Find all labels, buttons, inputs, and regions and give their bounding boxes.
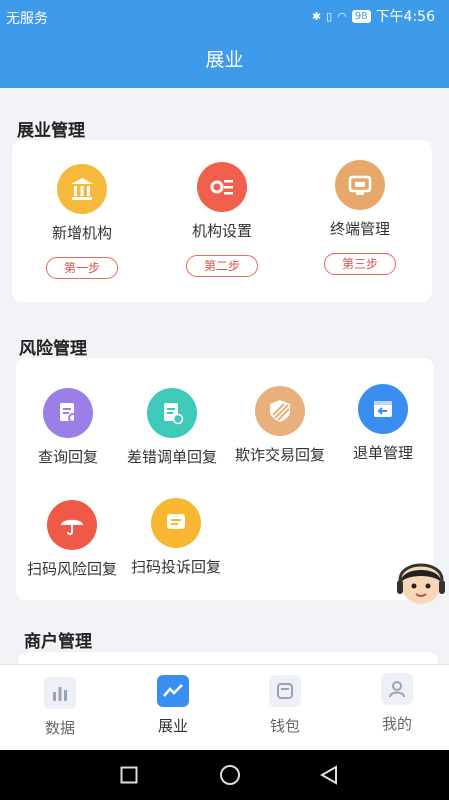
tab-zhanye[interactable]: 展业: [133, 675, 213, 736]
grid-item-error-reply[interactable]: 差错调单回复: [116, 388, 228, 467]
grid-item-label: 退单管理: [352, 444, 413, 462]
grid-item-scan-complaint-reply[interactable]: 扫码投诉回复: [124, 498, 228, 577]
step-badge: 第三步: [324, 253, 396, 275]
return-box-icon: [358, 384, 408, 434]
tab-label: 数据: [44, 719, 75, 737]
grid-item-fraud-reply[interactable]: 欺诈交易回复: [228, 386, 332, 465]
risk-card: 查询回复 差错调单回复 欺诈交易回复 退单管理 扫码风险回复 扫码投诉回复: [16, 358, 434, 600]
grid-item-scan-risk-reply[interactable]: 扫码风险回复: [20, 500, 124, 579]
document-search-icon: [43, 388, 93, 438]
umbrella-icon: [47, 500, 97, 550]
vibrate-icon: ▯: [326, 9, 333, 23]
back-icon[interactable]: [318, 764, 340, 786]
step-badge: 第二步: [186, 255, 258, 277]
tab-mine[interactable]: 我的: [357, 673, 437, 734]
grid-item-label: 新增机构: [51, 224, 112, 242]
wifi-icon: ◠: [337, 9, 347, 23]
section-title-risk: 风险管理: [19, 339, 87, 359]
nav-bar: 展业: [0, 32, 449, 88]
wallet-icon: [269, 675, 301, 707]
status-bar: 无服务 ✱ ▯ ◠ 98 下午4:56: [0, 0, 449, 32]
status-icons: ✱ ▯ ◠ 98 下午4:56: [312, 6, 435, 26]
grid-item-query-reply[interactable]: 查询回复: [20, 388, 116, 467]
bank-icon: [57, 164, 107, 214]
bar-chart-icon: [44, 677, 76, 709]
trend-line-icon: [157, 675, 189, 707]
person-icon: [381, 673, 413, 705]
grid-item-label: 扫码投诉回复: [130, 558, 221, 576]
recent-apps-icon[interactable]: [120, 766, 138, 784]
bluetooth-icon: ✱: [311, 9, 322, 23]
grid-item-label: 扫码风险回复: [26, 560, 117, 578]
grid-item-terminal-management[interactable]: 终端管理 第三步: [310, 160, 410, 275]
section-title-zhanye: 展业管理: [17, 121, 85, 141]
home-icon[interactable]: [219, 764, 241, 786]
system-navigation-bar: [0, 750, 449, 800]
message-icon: [151, 498, 201, 548]
terminal-icon: [335, 160, 385, 210]
grid-item-label: 查询回复: [37, 448, 98, 466]
document-error-icon: [147, 388, 197, 438]
tab-label: 我的: [381, 715, 412, 733]
grid-item-label: 终端管理: [329, 220, 390, 238]
tab-label: 展业: [157, 717, 188, 735]
grid-item-chargeback-management[interactable]: 退单管理: [338, 384, 428, 463]
carrier-label: 无服务: [6, 11, 48, 27]
grid-item-label: 差错调单回复: [126, 448, 217, 466]
grid-item-label: 欺诈交易回复: [234, 446, 325, 464]
tab-wallet[interactable]: 钱包: [245, 675, 325, 736]
grid-item-new-institution[interactable]: 新增机构 第一步: [32, 164, 132, 279]
grid-item-label: 机构设置: [191, 222, 252, 240]
section-title-merchant: 商户管理: [24, 632, 92, 652]
page-title: 展业: [205, 49, 244, 71]
settings-list-icon: [197, 162, 247, 212]
zhanye-card: 新增机构 第一步 机构设置 第二步 终端管理 第三步: [12, 140, 432, 302]
clock: 下午4:56: [375, 9, 435, 25]
battery-icon: 98: [351, 9, 371, 23]
tab-data[interactable]: 数据: [20, 677, 100, 738]
tab-bar: 数据 展业 钱包 我的: [0, 664, 449, 750]
step-badge: 第一步: [46, 257, 118, 279]
shield-stripes-icon: [255, 386, 305, 436]
customer-service-avatar-icon[interactable]: [394, 556, 448, 612]
grid-item-institution-settings[interactable]: 机构设置 第二步: [172, 162, 272, 277]
tab-label: 钱包: [269, 717, 300, 735]
